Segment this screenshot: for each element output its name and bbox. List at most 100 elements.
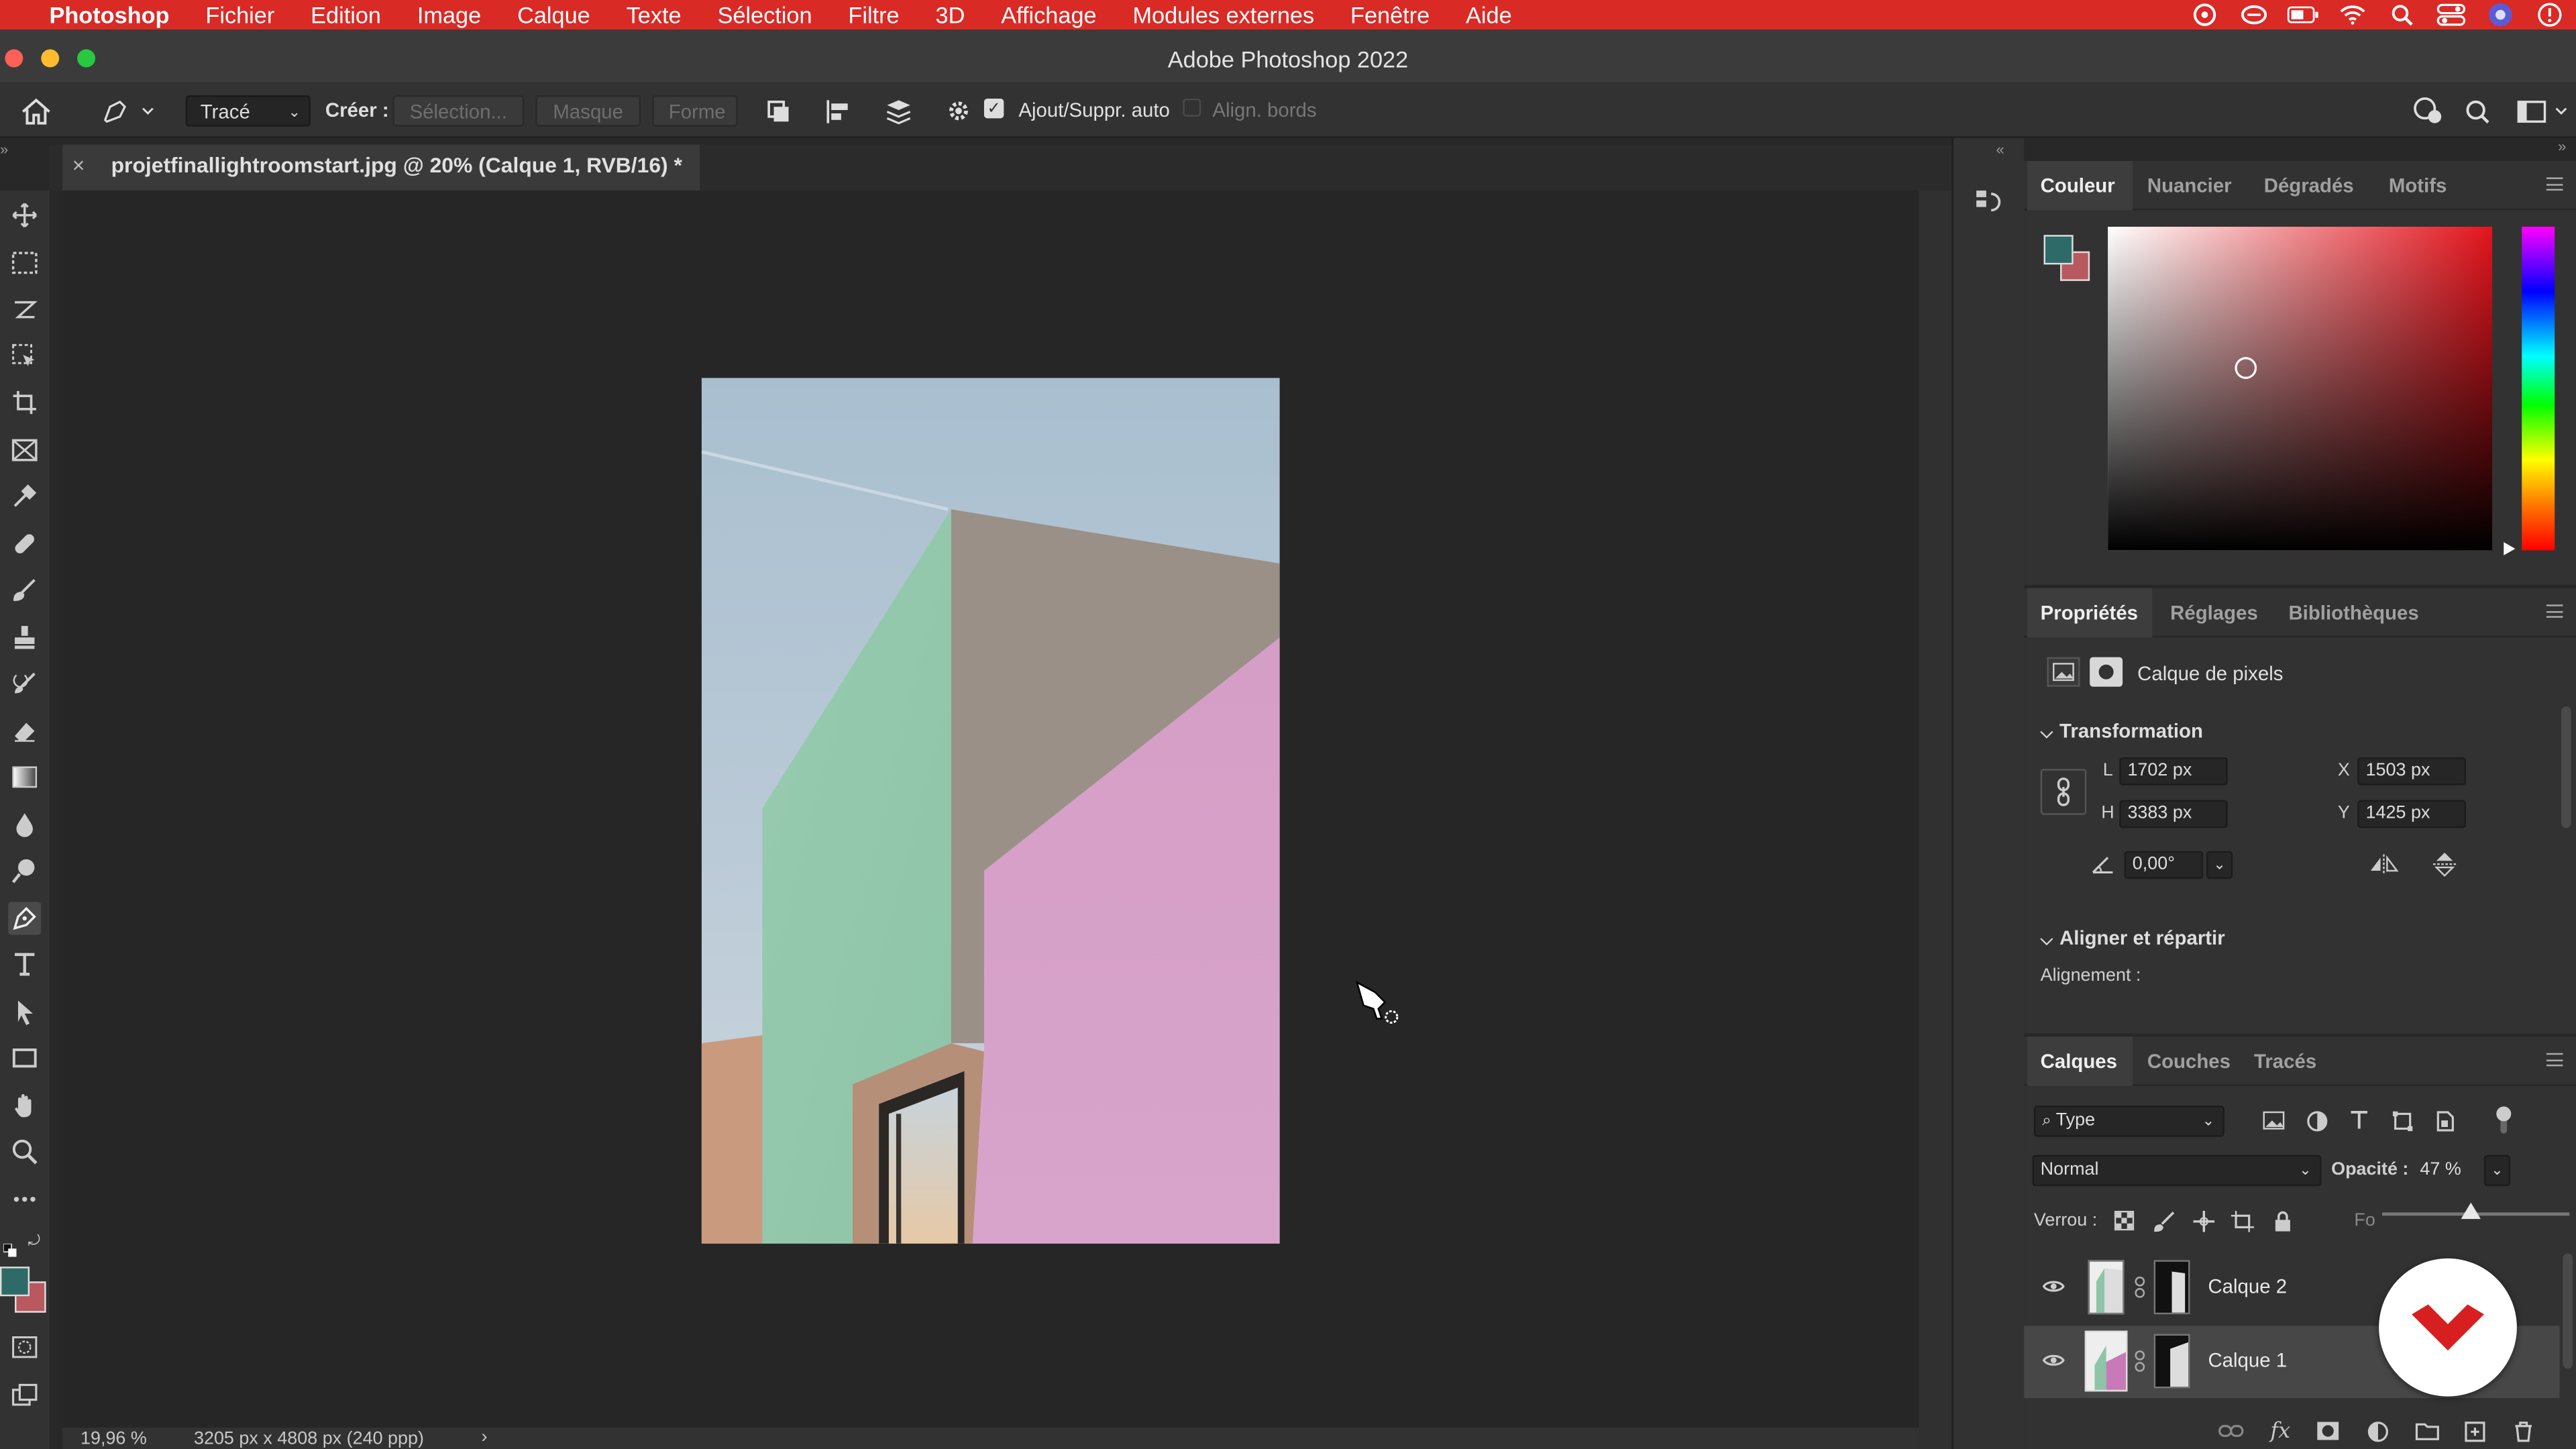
make-mask-button[interactable]: Masque (535, 95, 641, 127)
tab-bibliotheques[interactable]: Bibliothèques (2275, 588, 2432, 637)
layer-mask-thumbnail[interactable] (2153, 1260, 2190, 1315)
zoom-tool-icon[interactable] (8, 1135, 41, 1168)
layer-style-fx-icon[interactable]: fx (2265, 1417, 2295, 1444)
menu-app[interactable]: Photoshop (49, 1, 169, 28)
search-icon[interactable] (2461, 95, 2494, 127)
menu-affichage[interactable]: Affichage (1001, 1, 1096, 28)
history-panel-icon[interactable] (1970, 184, 2006, 220)
gradient-tool-icon[interactable] (8, 761, 41, 794)
spotlight-search-icon[interactable] (2385, 3, 2418, 26)
pen-tool-preset-icon[interactable] (95, 95, 161, 127)
zoom-level[interactable]: 19,96 % (80, 1430, 147, 1449)
tab-traces[interactable]: Tracés (2241, 1036, 2329, 1085)
link-layers-icon[interactable] (2218, 1419, 2244, 1442)
close-tab-icon[interactable]: × (72, 145, 102, 188)
new-layer-icon[interactable] (2461, 1419, 2487, 1442)
creative-cloud-icon[interactable] (2188, 3, 2221, 26)
eyedropper-tool-icon[interactable] (8, 480, 41, 513)
battery-icon[interactable] (2287, 3, 2320, 26)
crop-tool-icon[interactable] (8, 386, 41, 419)
layer-link-icon[interactable] (2131, 1275, 2147, 1297)
workspace-switcher-icon[interactable] (2514, 95, 2573, 127)
brush-tool-icon[interactable] (8, 574, 41, 606)
clone-stamp-tool-icon[interactable] (8, 621, 41, 654)
collapse-dock-icon[interactable]: « (1996, 142, 2004, 158)
layers-scrollbar[interactable] (2563, 1253, 2573, 1369)
filter-shape-layers-icon[interactable] (2389, 1108, 2415, 1134)
menu-aide[interactable]: Aide (1466, 1, 1512, 28)
y-position-field[interactable]: 1425 px (2357, 800, 2466, 828)
lock-position-icon[interactable] (2190, 1209, 2216, 1232)
tab-couleur[interactable]: Couleur (2027, 161, 2133, 211)
layer-mask-thumbnail[interactable] (2153, 1334, 2190, 1389)
auto-add-delete-checkbox[interactable]: ✓ (983, 98, 1004, 119)
swap-colors-icon[interactable]: ⤾ (28, 1232, 44, 1248)
delete-layer-trash-icon[interactable] (2510, 1419, 2536, 1442)
properties-panel-menu-icon[interactable] (2546, 604, 2563, 618)
lock-transparent-pixels-icon[interactable] (2111, 1209, 2137, 1232)
lock-image-pixels-icon[interactable] (2151, 1209, 2177, 1232)
default-colors-icon[interactable] (2, 1236, 17, 1257)
tab-couches[interactable]: Couches (2134, 1036, 2243, 1085)
frame-tool-icon[interactable] (8, 434, 41, 467)
flip-horizontal-icon[interactable] (2367, 853, 2400, 875)
lasso-tool-icon[interactable] (8, 292, 41, 325)
properties-scrollbar[interactable] (2561, 706, 2571, 828)
opacity-field[interactable]: 47 % (2412, 1155, 2481, 1187)
new-adjustment-layer-icon[interactable] (2364, 1419, 2390, 1442)
tab-reglages[interactable]: Réglages (2157, 588, 2271, 637)
opacity-slider-popup[interactable] (2372, 1197, 2576, 1234)
cloud-status-icon[interactable] (2238, 3, 2271, 26)
layer-mask-icon[interactable] (2090, 657, 2123, 687)
status-menu-arrow-icon[interactable]: › (482, 1428, 488, 1447)
canvas-area[interactable] (62, 191, 1919, 1428)
rectangle-tool-icon[interactable] (8, 1042, 41, 1075)
lock-all-icon[interactable] (2269, 1209, 2295, 1232)
blur-tool-icon[interactable] (8, 808, 41, 841)
layer-link-icon[interactable] (2131, 1349, 2147, 1372)
path-selection-tool-icon[interactable] (8, 996, 41, 1028)
zoom-window-button[interactable] (77, 49, 96, 68)
tab-nuancier[interactable]: Nuancier (2134, 161, 2245, 210)
path-alignment-icon[interactable] (822, 95, 855, 127)
menu-selection[interactable]: Sélection (717, 1, 812, 28)
tab-proprietes[interactable]: Propriétés (2027, 588, 2153, 638)
opacity-slider-thumb-icon[interactable] (2460, 1202, 2480, 1220)
control-center-icon[interactable] (2434, 3, 2467, 26)
home-icon[interactable] (16, 95, 56, 127)
hand-tool-icon[interactable] (8, 1089, 41, 1122)
move-tool-icon[interactable] (8, 199, 41, 231)
menu-fichier[interactable]: Fichier (205, 1, 274, 28)
gear-icon[interactable] (943, 95, 973, 127)
filter-adjustment-layers-icon[interactable] (2303, 1108, 2329, 1134)
angle-field[interactable]: 0,00° (2124, 851, 2204, 879)
color-field[interactable] (2108, 226, 2493, 551)
angle-dropdown[interactable]: ⌄ (2206, 851, 2233, 879)
history-brush-tool-icon[interactable] (8, 667, 41, 700)
new-group-folder-icon[interactable] (2414, 1419, 2440, 1442)
canvas-vertical-scrollbar[interactable] (1919, 191, 1952, 1449)
filter-toggle-icon[interactable] (2491, 1104, 2517, 1137)
layers-panel-menu-icon[interactable] (2546, 1053, 2563, 1067)
menu-fenetre[interactable]: Fenêtre (1350, 1, 1430, 28)
lock-artboard-icon[interactable] (2229, 1209, 2255, 1232)
make-selection-button[interactable]: Sélection... (392, 95, 525, 127)
height-field[interactable]: 3383 px (2119, 800, 2228, 828)
visibility-eye-icon[interactable] (2039, 1349, 2068, 1372)
opacity-dropdown[interactable]: ⌄ (2483, 1155, 2511, 1187)
filter-pixel-layers-icon[interactable] (2261, 1108, 2287, 1134)
marquee-tool-icon[interactable] (8, 246, 41, 279)
menu-edition[interactable]: Edition (311, 1, 381, 28)
wifi-icon[interactable] (2336, 3, 2369, 26)
menu-modules-externes[interactable]: Modules externes (1132, 1, 1314, 28)
menu-image[interactable]: Image (417, 1, 481, 28)
object-selection-tool-icon[interactable] (8, 340, 41, 373)
width-field[interactable]: 1702 px (2119, 757, 2228, 786)
path-operations-icon[interactable] (762, 95, 795, 127)
dodge-tool-icon[interactable] (8, 854, 41, 887)
tab-degrades[interactable]: Dégradés (2251, 161, 2367, 210)
minimize-window-button[interactable] (41, 49, 60, 68)
document-image[interactable] (701, 378, 1280, 1244)
layer-filter-dropdown[interactable]: ⌕ Type ⌄ (2033, 1106, 2224, 1137)
visibility-eye-icon[interactable] (2039, 1275, 2068, 1297)
